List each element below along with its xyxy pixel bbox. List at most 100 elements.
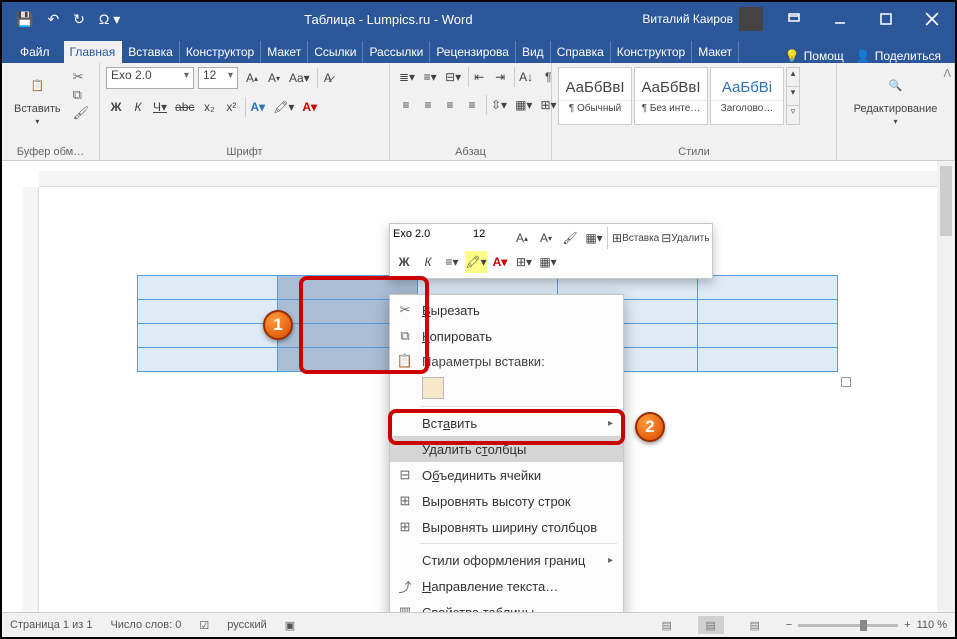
align-right-icon[interactable]: ≡ <box>440 95 460 115</box>
tab-references[interactable]: Ссылки <box>308 41 363 63</box>
mini-highlight-icon[interactable]: 🖍▾ <box>465 251 487 273</box>
zoom-control[interactable]: − + 110 % <box>786 619 947 631</box>
ribbon-options-icon[interactable] <box>771 2 817 36</box>
view-web-icon[interactable]: ▤ <box>742 616 768 634</box>
ctx-paste-option[interactable] <box>390 373 623 403</box>
tab-table-layout[interactable]: Макет <box>692 41 739 63</box>
tab-design[interactable]: Конструктор <box>180 41 261 63</box>
redo-icon[interactable]: ↻ <box>73 11 85 28</box>
mini-italic-button[interactable]: К <box>417 251 439 273</box>
text-effects-icon[interactable]: A▾ <box>245 97 268 117</box>
mini-shrink-font-icon[interactable]: A▾ <box>535 227 557 249</box>
horizontal-ruler[interactable] <box>39 171 937 187</box>
ctx-merge-cells[interactable]: ⊟Объединить ячейки <box>390 462 623 488</box>
line-spacing-icon[interactable]: ⇳▾ <box>486 95 510 115</box>
font-size-select[interactable]: 12 <box>198 67 238 89</box>
mini-bold-button[interactable]: Ж <box>393 251 415 273</box>
shrink-font-icon[interactable]: A▾ <box>264 68 284 88</box>
collapse-ribbon-icon[interactable]: ᐱ <box>943 67 951 80</box>
close-button[interactable] <box>909 2 955 36</box>
cut-icon[interactable]: ✂ <box>73 69 90 85</box>
paste-button[interactable]: 📋 Вставить ▾ <box>8 67 67 128</box>
mini-shading-icon[interactable]: ▦▾ <box>537 251 559 273</box>
align-left-icon[interactable]: ≡ <box>396 95 416 115</box>
mini-align-icon[interactable]: ≡▾ <box>441 251 463 273</box>
format-painter-icon[interactable]: 🖌 <box>73 105 90 121</box>
underline-button[interactable]: Ч▾ <box>150 97 170 117</box>
style-normal[interactable]: АаБбВвІ¶ Обычный <box>558 67 632 125</box>
grow-font-icon[interactable]: A▴ <box>242 68 262 88</box>
page[interactable]: ✥ Exo 2.0 12 A▴ A▾ 🖌 ▦▾ ⊞Вставка ⊟Удалит… <box>39 187 937 612</box>
minimize-button[interactable] <box>817 2 863 36</box>
status-words[interactable]: Число слов: 0 <box>110 619 181 631</box>
editing-dropdown[interactable]: 🔍 Редактирование ▾ <box>848 67 944 128</box>
numbering-icon[interactable]: ≡▾ <box>420 67 440 87</box>
zoom-slider[interactable] <box>798 624 898 627</box>
ctx-distribute-cols[interactable]: ⊞Выровнять ширину столбцов <box>390 514 623 540</box>
style-nospacing[interactable]: АаБбВвІ¶ Без инте… <box>634 67 708 125</box>
ctx-copy[interactable]: ⧉Копировать <box>390 323 623 349</box>
bullets-icon[interactable]: ≣▾ <box>396 67 418 87</box>
indent-right-icon[interactable]: ⇥ <box>490 67 510 87</box>
change-case-icon[interactable]: Aa▾ <box>286 68 313 88</box>
vertical-scrollbar[interactable] <box>937 161 955 612</box>
italic-button[interactable]: К <box>128 97 148 117</box>
mini-insert-button[interactable]: ⊞Вставка <box>607 227 659 249</box>
strike-button[interactable]: abc <box>172 97 197 117</box>
table-resize-handle[interactable] <box>841 377 851 387</box>
user-account[interactable]: Виталий Каиров <box>642 7 771 31</box>
ctx-text-direction[interactable]: ⤴Направление текста… <box>390 573 623 599</box>
mini-format-painter-icon[interactable]: 🖌 <box>559 227 581 249</box>
style-heading1[interactable]: АаБбВіЗаголово… <box>710 67 784 125</box>
undo-icon[interactable]: ↶ <box>47 11 59 28</box>
scroll-thumb[interactable] <box>940 166 952 236</box>
mini-grow-font-icon[interactable]: A▴ <box>511 227 533 249</box>
ctx-border-styles[interactable]: Стили оформления границ <box>390 547 623 573</box>
font-color-icon[interactable]: A▾ <box>299 97 320 117</box>
sort-icon[interactable]: A↓ <box>514 67 536 87</box>
mini-font-size[interactable]: 12 <box>473 228 509 248</box>
ctx-table-properties[interactable]: ▥Свойства таблицы… <box>390 599 623 612</box>
font-name-select[interactable]: Exo 2.0 <box>106 67 194 89</box>
tab-view[interactable]: Вид <box>516 41 551 63</box>
paste-option-icon[interactable] <box>422 377 444 399</box>
maximize-button[interactable] <box>863 2 909 36</box>
symbol-icon[interactable]: Ω ▾ <box>99 11 120 28</box>
highlight-icon[interactable]: 🖍▾ <box>270 97 297 117</box>
shading-icon[interactable]: ▦▾ <box>512 95 535 115</box>
styles-gallery[interactable]: АаБбВвІ¶ Обычный АаБбВвІ¶ Без инте… АаБб… <box>558 67 800 125</box>
styles-more-icon[interactable]: ▿ <box>787 106 799 124</box>
tab-insert[interactable]: Вставка <box>122 41 180 63</box>
align-center-icon[interactable]: ≡ <box>418 95 438 115</box>
tell-me[interactable]: 💡 Помощ <box>785 49 844 63</box>
status-proofing-icon[interactable]: ☑ <box>199 619 209 632</box>
mini-font-name[interactable]: Exo 2.0 <box>393 228 471 248</box>
copy-icon[interactable]: ⧉ <box>73 87 90 103</box>
mini-delete-button[interactable]: ⊟Удалить <box>661 227 709 249</box>
multilevel-icon[interactable]: ⊟▾ <box>442 67 464 87</box>
tab-mailings[interactable]: Рассылки <box>363 41 430 63</box>
tab-table-design[interactable]: Конструктор <box>611 41 692 63</box>
clear-format-icon[interactable]: A̷ <box>317 68 337 88</box>
bold-button[interactable]: Ж <box>106 97 126 117</box>
zoom-value[interactable]: 110 % <box>917 619 947 631</box>
share-button[interactable]: 👤 Поделиться <box>856 49 941 63</box>
mini-styles-icon[interactable]: ▦▾ <box>583 227 605 249</box>
ctx-distribute-rows[interactable]: ⊞Выровнять высоту строк <box>390 488 623 514</box>
view-print-icon[interactable]: ▤ <box>698 616 724 634</box>
save-icon[interactable]: 💾 <box>16 11 33 28</box>
tab-file[interactable]: Файл <box>6 41 64 63</box>
mini-font-color-icon[interactable]: A▾ <box>489 251 511 273</box>
tab-layout[interactable]: Макет <box>261 41 308 63</box>
justify-icon[interactable]: ≡ <box>462 95 482 115</box>
status-macro-icon[interactable]: ▣ <box>285 619 295 632</box>
ctx-delete-columns[interactable]: Удалить столбцы <box>390 436 623 462</box>
superscript-button[interactable]: x² <box>221 97 241 117</box>
tab-home[interactable]: Главная <box>64 41 123 63</box>
tab-review[interactable]: Рецензирова <box>430 41 516 63</box>
ctx-insert[interactable]: Вставить <box>390 410 623 436</box>
view-read-icon[interactable]: ▤ <box>654 616 680 634</box>
subscript-button[interactable]: x₂ <box>199 97 219 117</box>
tab-help[interactable]: Справка <box>551 41 611 63</box>
status-page[interactable]: Страница 1 из 1 <box>10 619 92 631</box>
